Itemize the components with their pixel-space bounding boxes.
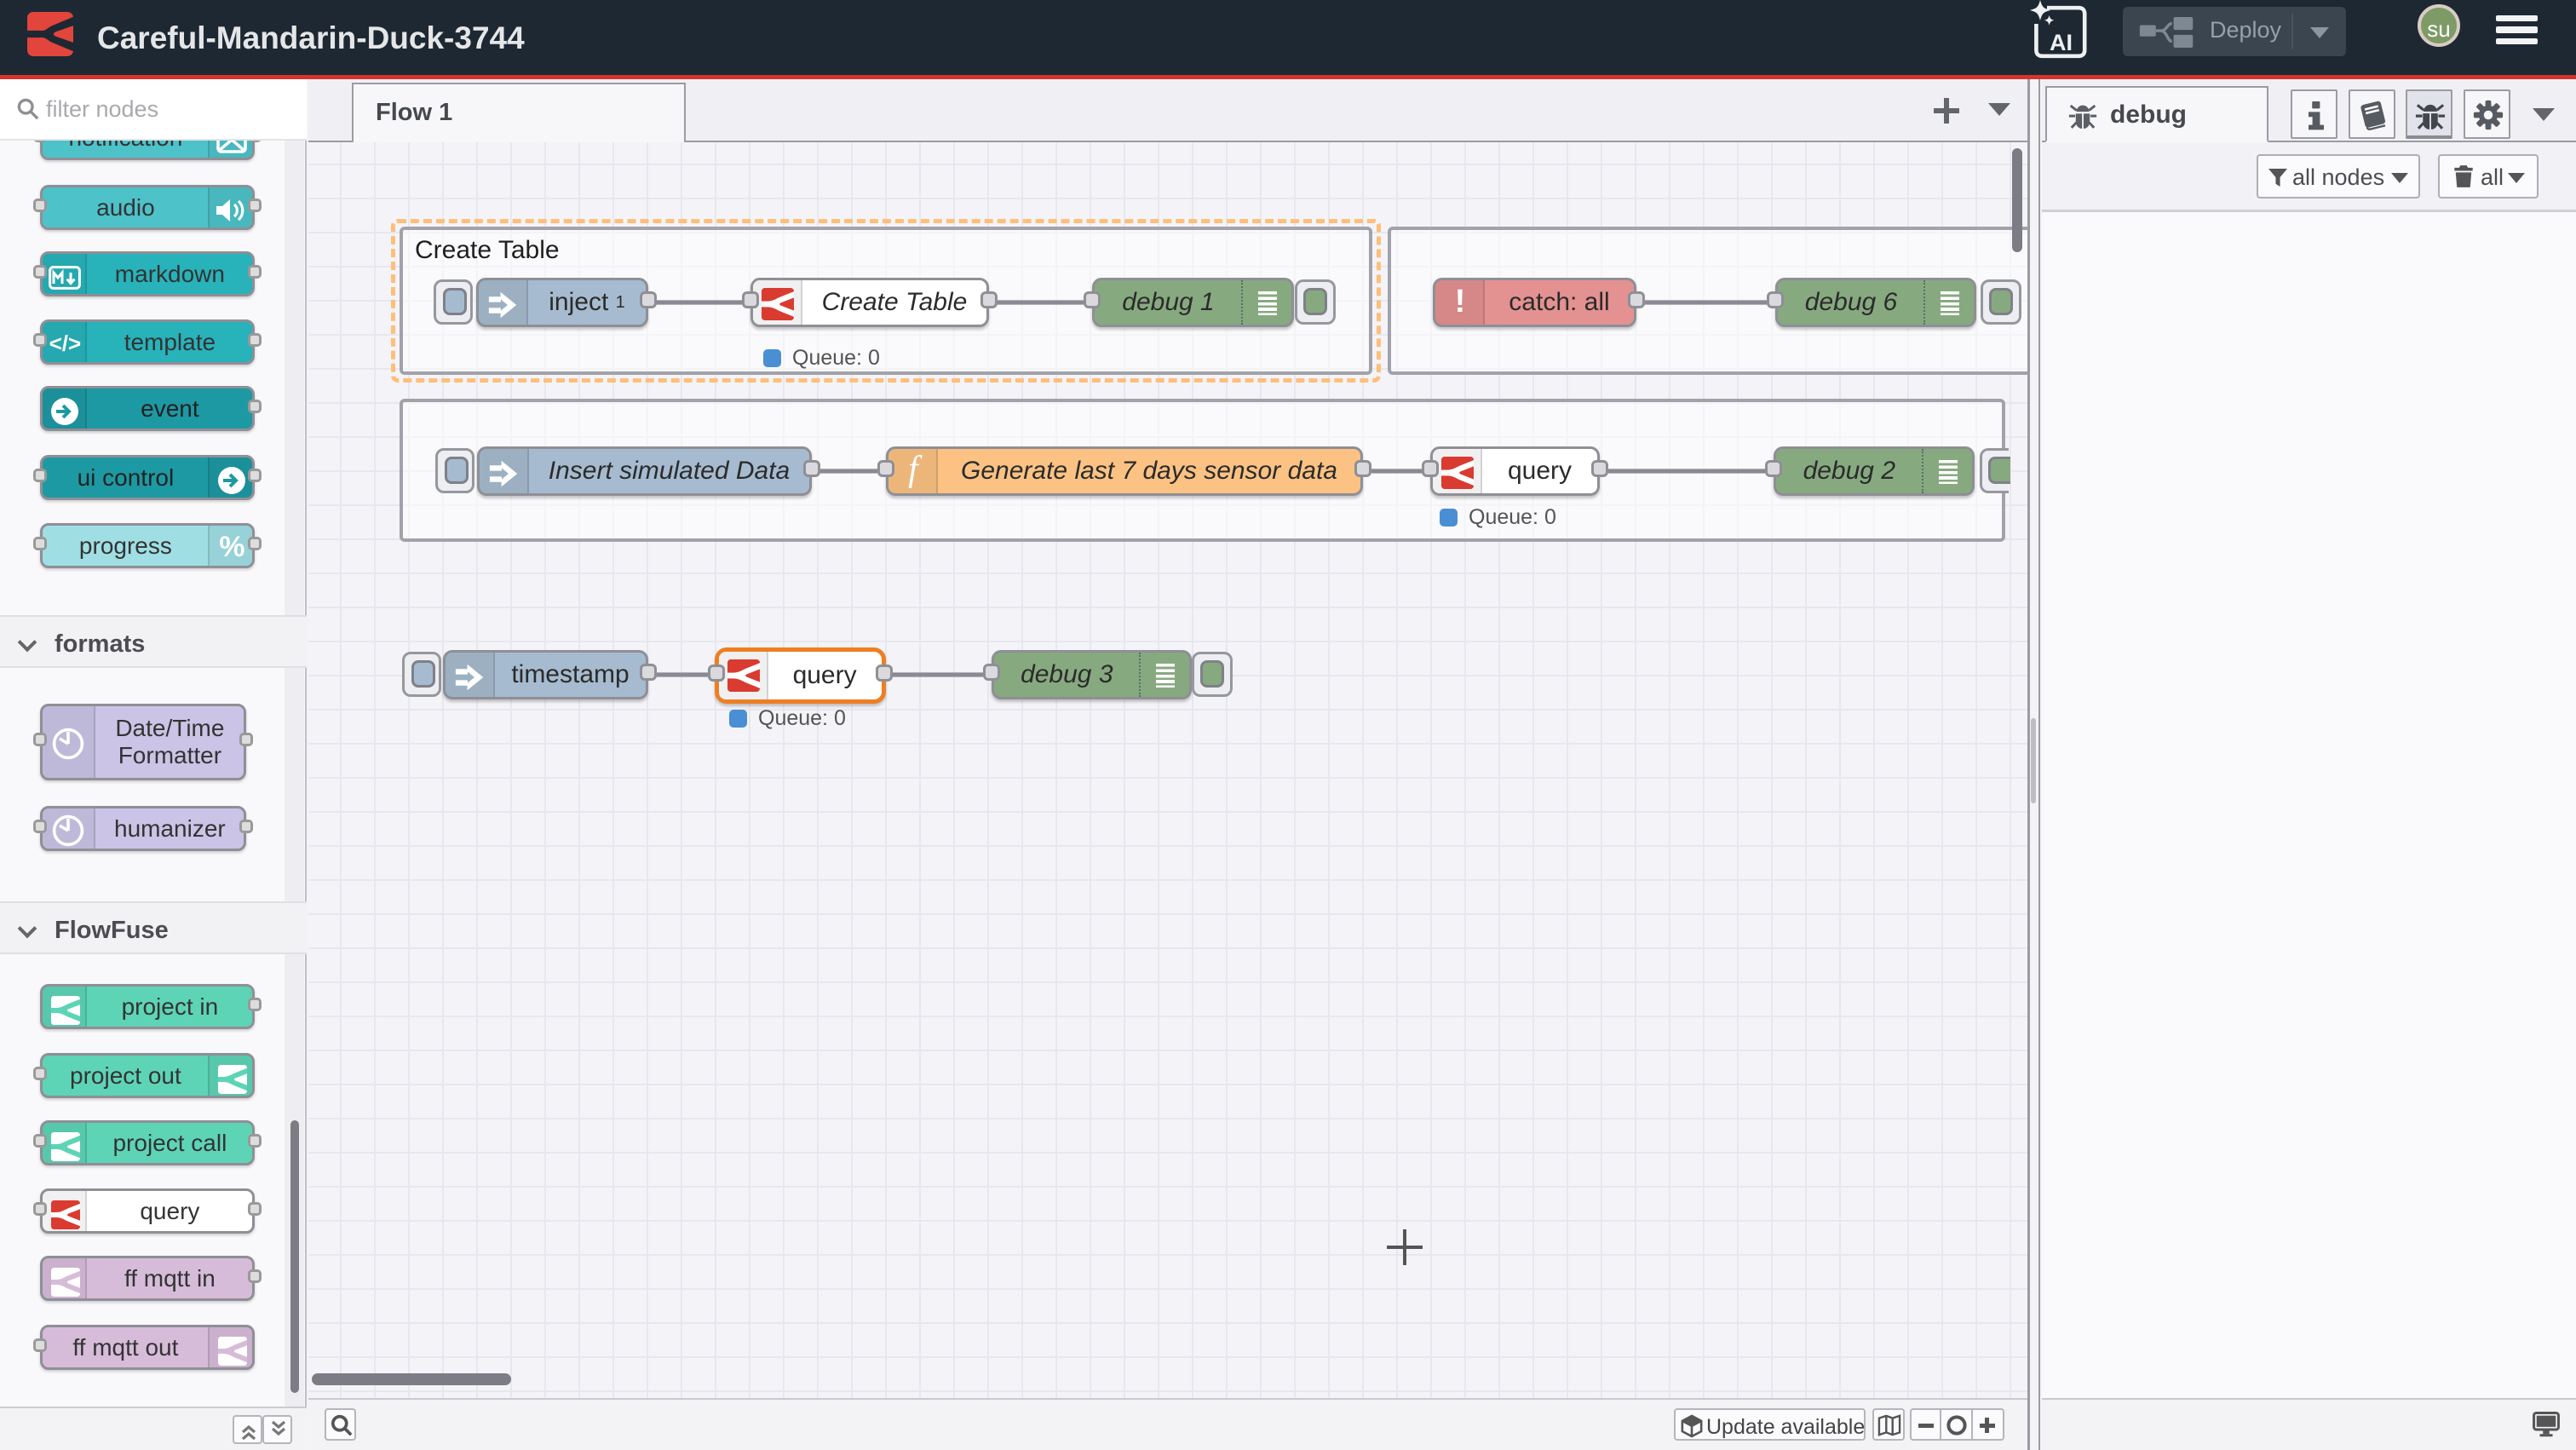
svg-text:AI: AI [2050, 30, 2073, 55]
